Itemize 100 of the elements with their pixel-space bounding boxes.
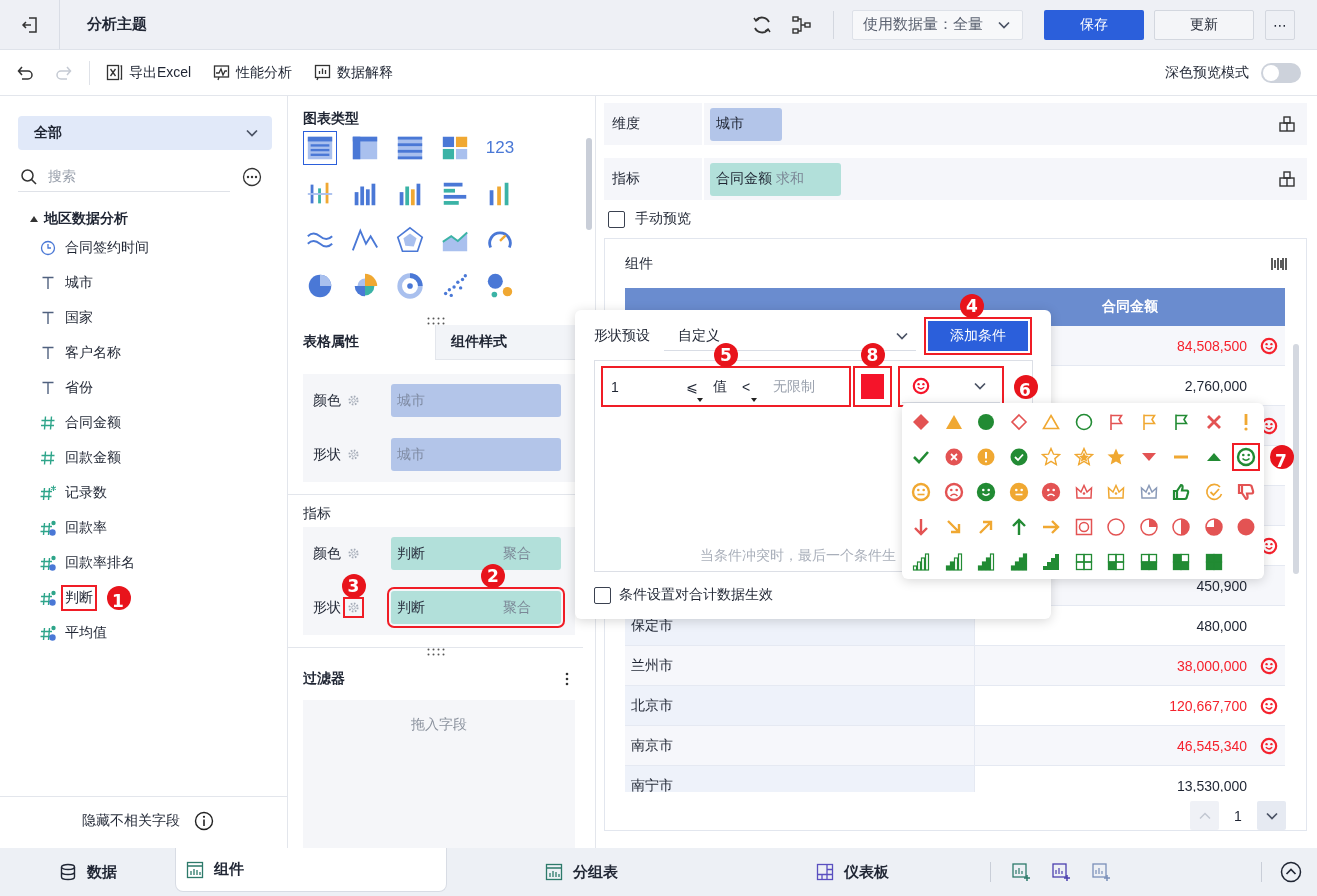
bottom-tab[interactable]: 数据 — [0, 848, 175, 896]
drag-handle-icon[interactable] — [426, 316, 445, 325]
target-square-icon[interactable] — [1073, 517, 1094, 537]
diamond-icon[interactable] — [911, 412, 931, 432]
add-chart-icon[interactable] — [1011, 862, 1031, 882]
scope-select[interactable]: 全部 — [18, 116, 272, 150]
info-icon[interactable] — [193, 810, 214, 831]
drag-handle-icon[interactable] — [426, 647, 445, 656]
hierarchy-icon[interactable] — [1277, 114, 1297, 134]
field-item[interactable]: 城市 — [65, 273, 93, 292]
save-button[interactable]: 保存 — [1044, 9, 1144, 40]
grid-icon[interactable] — [1138, 552, 1159, 572]
field-item[interactable]: 合同金额 — [65, 413, 121, 432]
toolbar-button[interactable]: 性能分析 — [213, 63, 293, 82]
hierarchy-icon[interactable] — [1277, 169, 1297, 189]
calculated-field-icon — [40, 589, 56, 606]
checkbox[interactable] — [594, 586, 611, 604]
chart-type-option[interactable]: 123 — [483, 131, 517, 166]
add-report-icon[interactable] — [1091, 862, 1111, 882]
star-icon[interactable] — [1106, 447, 1126, 467]
checkbox[interactable] — [608, 210, 625, 228]
field-item[interactable]: 省份 — [65, 378, 93, 397]
cell-value: 120,667,700 — [1169, 697, 1247, 714]
signal-bars-icon[interactable] — [1008, 552, 1029, 572]
signal-bars-icon[interactable] — [1041, 552, 1061, 572]
field-item[interactable]: 回款金额 — [65, 448, 121, 467]
field-item[interactable]: 记录数 — [65, 483, 107, 502]
circle-icon[interactable] — [976, 412, 996, 432]
field-chip[interactable]: 合同金额 求和 — [710, 162, 841, 196]
signal-bars-icon[interactable] — [943, 552, 964, 572]
field-item[interactable]: 合同签约时间 — [65, 238, 149, 257]
more-button[interactable]: ⋯ — [1265, 9, 1295, 40]
scrollbar[interactable] — [1293, 344, 1299, 574]
annotation-marker: 2 — [481, 564, 505, 589]
bottom-tab[interactable]: 分组表 — [447, 848, 715, 896]
diamond-outline-icon[interactable] — [1008, 412, 1029, 432]
crown-icon[interactable] — [1138, 482, 1159, 502]
cross-circle-icon[interactable] — [943, 447, 964, 467]
clock-icon — [40, 239, 56, 256]
sad-face-icon[interactable] — [1041, 482, 1061, 502]
sad-face-icon[interactable] — [943, 482, 964, 502]
pie-icon[interactable] — [1106, 517, 1126, 537]
exit-icon[interactable] — [19, 14, 40, 35]
caret-icon[interactable] — [751, 397, 757, 402]
folder-item[interactable]: 地区数据分析 — [18, 208, 271, 230]
arrow-down-icon[interactable] — [911, 517, 931, 537]
excel-icon — [106, 64, 123, 81]
field-item[interactable]: 国家 — [65, 308, 93, 327]
grid-icon[interactable] — [1106, 552, 1126, 572]
signal-bars-icon[interactable] — [976, 552, 996, 572]
caret-icon[interactable] — [697, 397, 703, 402]
star-outline-icon[interactable] — [1041, 447, 1061, 467]
crown-icon[interactable] — [1073, 482, 1094, 502]
update-button[interactable]: 更新 — [1154, 9, 1254, 40]
circle-outline-icon[interactable] — [1073, 412, 1094, 432]
flow-icon[interactable] — [790, 13, 812, 36]
smiley-icon[interactable] — [1236, 447, 1256, 467]
smiley-icon[interactable] — [976, 482, 996, 502]
data-volume-select[interactable]: 使用数据量：全量 — [852, 9, 1023, 40]
annotation-marker: 8 — [860, 343, 885, 367]
bottom-tab[interactable]: 组件 — [175, 848, 447, 892]
thumb-up-icon[interactable] — [1171, 482, 1191, 502]
collapse-icon[interactable] — [1280, 861, 1302, 883]
caret-icon — [30, 215, 38, 223]
field-item[interactable]: 平均值 — [65, 623, 107, 642]
thumb-down-icon[interactable] — [1236, 482, 1256, 502]
hide-fields-label[interactable]: 隐藏不相关字段 — [81, 811, 180, 830]
pie-icon[interactable] — [1203, 517, 1224, 537]
smiley-icon — [1260, 656, 1278, 675]
grid-icon[interactable] — [1203, 552, 1224, 572]
page-down-button[interactable] — [1257, 801, 1286, 830]
property-label: 形状 — [313, 445, 342, 464]
toolbar-button[interactable]: 导出Excel — [106, 63, 192, 82]
dark-preview-toggle[interactable] — [1261, 62, 1301, 83]
pie-icon[interactable] — [1171, 517, 1191, 537]
more-icon[interactable] — [242, 167, 262, 187]
checkbox-label: 条件设置对合计数据生效 — [619, 586, 773, 604]
kebab-icon[interactable] — [565, 671, 569, 686]
grid-icon[interactable] — [1171, 552, 1191, 572]
database-icon — [58, 863, 77, 881]
scrollbar[interactable] — [586, 138, 592, 230]
field-item[interactable]: 回款率 — [65, 518, 107, 537]
field-chip[interactable]: 城市 — [710, 107, 782, 141]
annotation-marker: 1 — [107, 585, 131, 610]
hash-icon — [40, 449, 56, 466]
star-half-icon[interactable] — [1073, 447, 1094, 467]
chart-type-option[interactable] — [303, 131, 337, 166]
field-item[interactable]: 客户名称 — [65, 343, 121, 362]
pie-icon[interactable] — [1138, 517, 1159, 537]
chart-table-icon — [186, 860, 204, 879]
annotation-marker: 6 — [1014, 374, 1038, 399]
check-circle-icon[interactable] — [1008, 447, 1029, 467]
signal-bars-icon[interactable] — [911, 552, 931, 572]
bottom-tab[interactable]: 仪表板 — [715, 848, 990, 896]
add-dashboard-icon[interactable] — [1051, 862, 1071, 882]
grid-icon[interactable] — [1073, 552, 1094, 572]
check-partial-icon[interactable] — [1203, 482, 1224, 502]
toolbar-button[interactable]: 数据解释 — [314, 63, 394, 82]
field-item[interactable]: 回款率排名 — [65, 553, 135, 572]
pie-icon[interactable] — [1236, 517, 1256, 537]
